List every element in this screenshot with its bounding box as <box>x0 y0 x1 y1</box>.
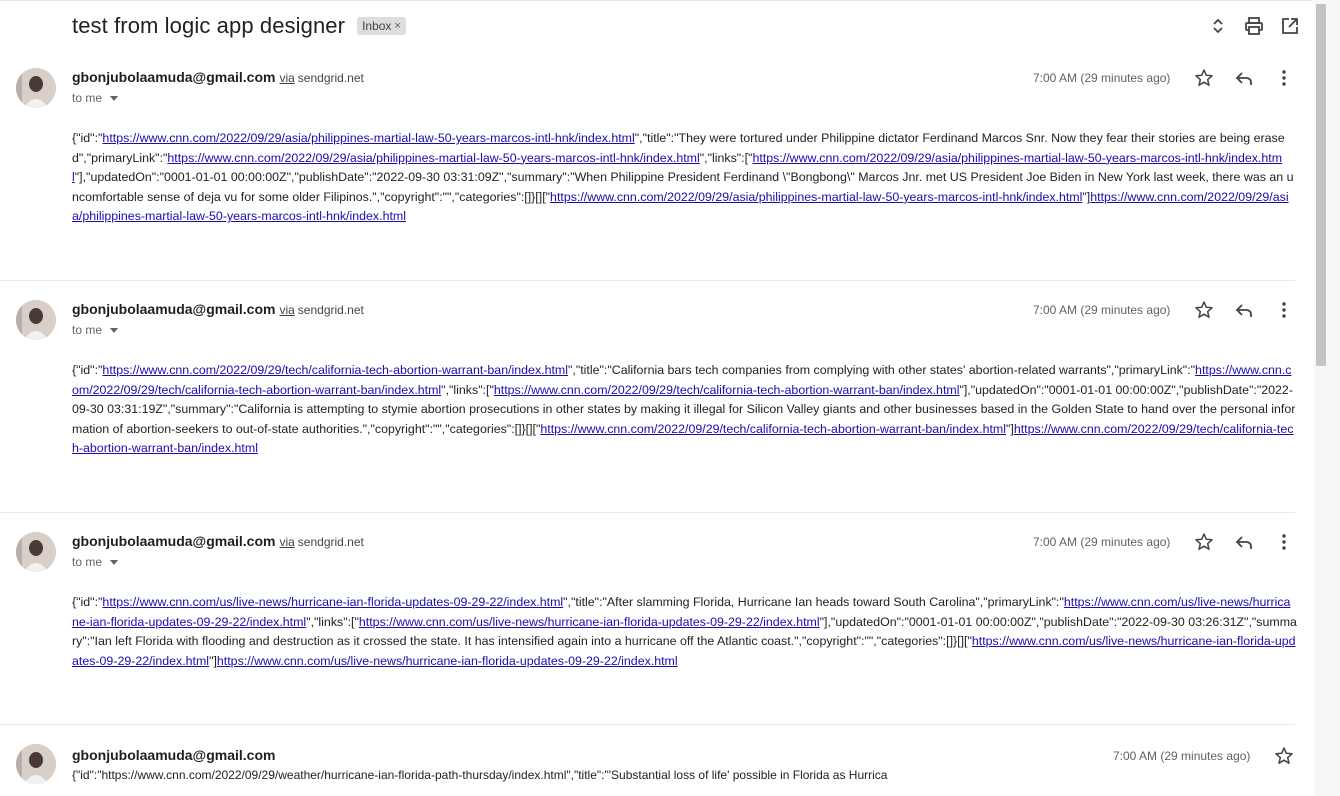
reply-icon[interactable] <box>1234 300 1254 320</box>
top-border <box>0 0 1312 4</box>
sender-line: gbonjubolaamuda@gmail.com via sendgrid.net <box>72 533 364 549</box>
sender-email[interactable]: gbonjubolaamuda@gmail.com <box>72 747 275 763</box>
collapsed-message[interactable]: gbonjubolaamuda@gmail.com {"id":"https:/… <box>0 724 1295 796</box>
message-snippet: {"id":"https://www.cnn.com/2022/09/29/we… <box>72 768 888 782</box>
message-body: {"id":"https://www.cnn.com/2022/09/29/as… <box>72 129 1297 227</box>
inbox-label-chip[interactable]: Inbox × <box>357 17 406 35</box>
message-body: {"id":"https://www.cnn.com/us/live-news/… <box>72 593 1297 671</box>
sender-email[interactable]: gbonjubolaamuda@gmail.com <box>72 301 275 317</box>
body-text-segment: "] <box>1005 421 1014 436</box>
via-domain: sendgrid.net <box>297 303 364 317</box>
message-time: 7:00 AM (29 minutes ago) <box>1033 303 1171 317</box>
thread-header: test from logic app designer Inbox × <box>72 10 406 42</box>
sender-avatar[interactable] <box>16 68 56 108</box>
article-link[interactable]: https://www.cnn.com/2022/09/29/tech/cali… <box>102 363 568 377</box>
article-link[interactable]: https://www.cnn.com/us/live-news/hurrica… <box>359 615 820 629</box>
body-text-segment: {"id":" <box>72 595 103 609</box>
chevron-down-icon[interactable] <box>110 327 119 333</box>
body-text-segment: ","links":[" <box>699 150 753 165</box>
via-link[interactable]: via <box>279 303 294 317</box>
via-label: via sendgrid.net <box>279 71 363 85</box>
via-label: via sendgrid.net <box>279 535 363 549</box>
star-icon[interactable] <box>1194 532 1214 552</box>
recipient-details-toggle[interactable]: to me <box>72 91 119 105</box>
email-message: gbonjubolaamuda@gmail.com via sendgrid.net… <box>0 280 1297 513</box>
recipient-label: to me <box>72 555 103 569</box>
recipient-details-toggle[interactable]: to me <box>72 555 119 569</box>
reply-icon[interactable] <box>1234 532 1254 552</box>
print-icon[interactable] <box>1244 14 1264 38</box>
article-link[interactable]: https://www.cnn.com/2022/09/29/tech/cali… <box>494 383 960 397</box>
via-link[interactable]: via <box>279 535 294 549</box>
more-options-icon[interactable] <box>1274 300 1294 320</box>
article-link[interactable]: https://www.cnn.com/2022/09/29/asia/phil… <box>167 151 699 165</box>
star-icon[interactable] <box>1194 68 1214 88</box>
star-icon[interactable] <box>1274 746 1294 766</box>
thread-toolbar <box>1208 14 1300 38</box>
recipient-label: to me <box>72 323 103 337</box>
sender-avatar[interactable] <box>16 300 56 340</box>
article-link[interactable]: https://www.cnn.com/us/live-news/hurrica… <box>217 654 678 668</box>
more-options-icon[interactable] <box>1274 68 1294 88</box>
message-actions <box>1194 68 1294 88</box>
article-link[interactable]: https://www.cnn.com/2022/09/29/asia/phil… <box>550 190 1082 204</box>
body-text-segment: ","title":"After slamming Florida, Hurri… <box>563 595 1064 609</box>
message-time: 7:00 AM (29 minutes ago) <box>1033 535 1171 549</box>
chevron-down-icon[interactable] <box>110 559 119 565</box>
sender-email[interactable]: gbonjubolaamuda@gmail.com <box>72 69 275 85</box>
label-chip-text: Inbox <box>362 19 392 33</box>
expand-collapse-icon[interactable] <box>1208 14 1228 38</box>
message-body: {"id":"https://www.cnn.com/2022/09/29/te… <box>72 361 1297 459</box>
reply-icon[interactable] <box>1234 68 1254 88</box>
body-text-segment: {"id":" <box>72 363 103 377</box>
email-message: gbonjubolaamuda@gmail.com via sendgrid.net… <box>0 48 1297 281</box>
star-icon[interactable] <box>1194 300 1214 320</box>
via-label: via sendgrid.net <box>279 303 363 317</box>
message-divider <box>0 724 1295 725</box>
sender-line: gbonjubolaamuda@gmail.com via sendgrid.net <box>72 69 364 85</box>
body-text-segment: "] <box>209 653 217 668</box>
message-time: 7:00 AM (29 minutes ago) <box>1113 749 1251 763</box>
recipient-details-toggle[interactable]: to me <box>72 323 119 337</box>
scrollbar-thumb[interactable] <box>1316 4 1326 366</box>
sender-line: gbonjubolaamuda@gmail.com via sendgrid.net <box>72 301 364 317</box>
sender-avatar[interactable] <box>16 744 56 784</box>
via-domain: sendgrid.net <box>297 535 364 549</box>
thread-subject: test from logic app designer <box>72 13 346 38</box>
sender-email[interactable]: gbonjubolaamuda@gmail.com <box>72 533 275 549</box>
via-link[interactable]: via <box>279 71 294 85</box>
body-text-segment: ","links":[" <box>306 614 359 629</box>
message-actions <box>1194 300 1294 320</box>
sender-line: gbonjubolaamuda@gmail.com <box>72 747 275 763</box>
message-actions <box>1194 532 1294 552</box>
email-message: gbonjubolaamuda@gmail.com via sendgrid.net… <box>0 512 1297 725</box>
recipient-label: to me <box>72 91 103 105</box>
via-domain: sendgrid.net <box>297 71 364 85</box>
open-in-new-window-icon[interactable] <box>1280 14 1300 38</box>
article-link[interactable]: https://www.cnn.com/2022/09/29/asia/phil… <box>102 131 634 145</box>
body-text-segment: ","links":[" <box>441 382 494 397</box>
article-link[interactable]: https://www.cnn.com/us/live-news/hurrica… <box>102 595 563 609</box>
message-actions <box>1274 746 1294 766</box>
body-text-segment: {"id":" <box>72 131 103 145</box>
message-time: 7:00 AM (29 minutes ago) <box>1033 71 1171 85</box>
sender-avatar[interactable] <box>16 532 56 572</box>
more-options-icon[interactable] <box>1274 532 1294 552</box>
chevron-down-icon[interactable] <box>110 95 119 101</box>
article-link[interactable]: https://www.cnn.com/2022/09/29/tech/cali… <box>540 422 1006 436</box>
remove-label-button[interactable]: × <box>394 20 400 32</box>
body-text-segment: ","title":"California bars tech companie… <box>568 363 1196 377</box>
